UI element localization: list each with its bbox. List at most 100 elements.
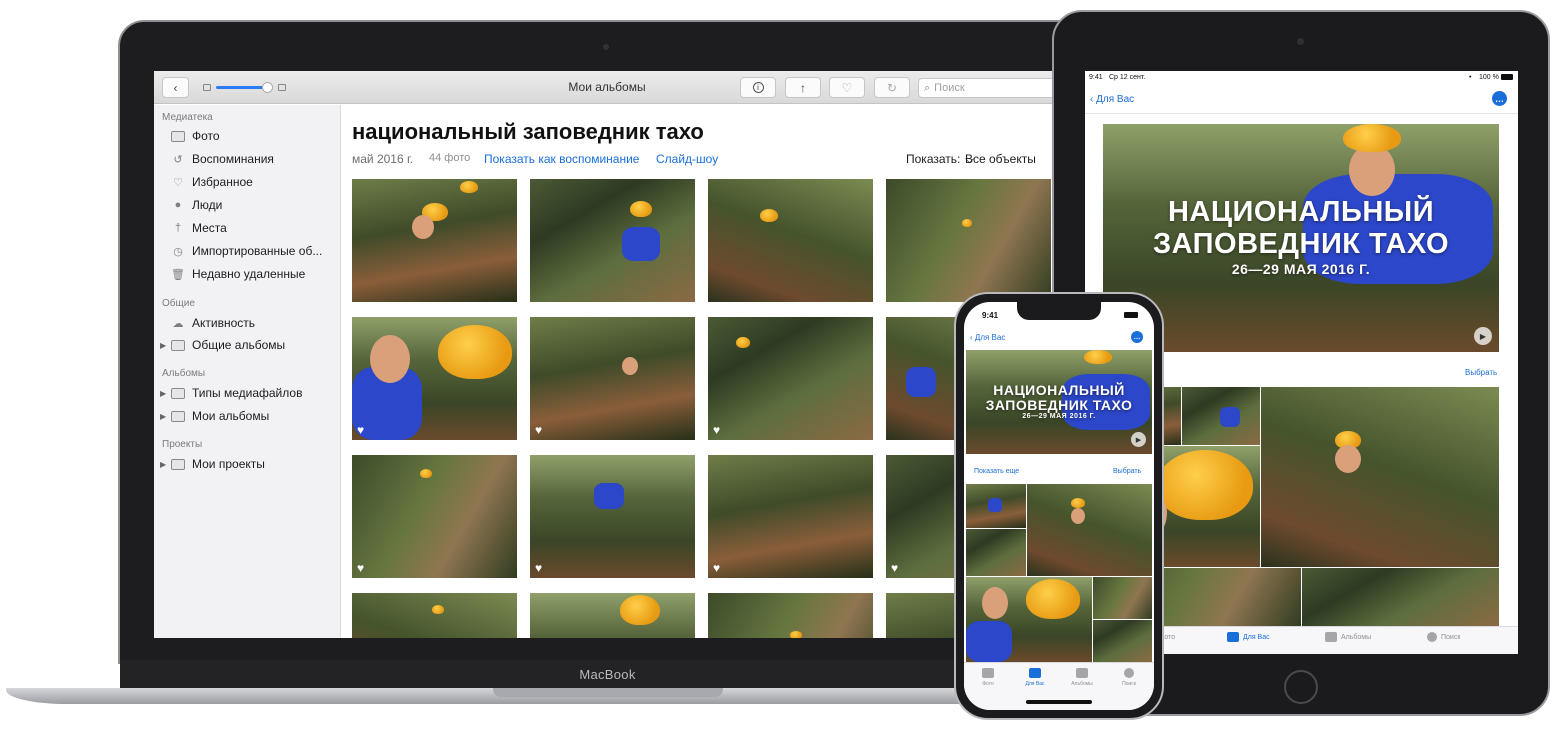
sidebar-item-shared-albums[interactable]: ▶ Общие альбомы (160, 336, 340, 354)
slideshow-link[interactable]: Слайд-шоу (656, 152, 718, 166)
sidebar-item-favorites[interactable]: ♡ Избранное (170, 173, 340, 191)
photo-thumbnail[interactable]: ♥ (530, 317, 695, 440)
rotate-button[interactable]: ↻ (874, 77, 910, 98)
disclosure-triangle-icon[interactable]: ▶ (160, 412, 166, 421)
search-icon (1427, 632, 1437, 642)
sidebar-item-label: Люди (192, 198, 223, 212)
photos-icon (982, 668, 994, 678)
tab-photos[interactable]: Фото (968, 668, 1008, 687)
iphone-screen: 9:41 ‹ Для Вас … НАЦИОНАЛЬНЫЙ ЗАПОВЕДНИК… (964, 302, 1154, 710)
sidebar-item-photos[interactable]: Фото (170, 127, 340, 145)
status-time: 9:41 (982, 311, 999, 320)
sidebar-item-my-projects[interactable]: ▶ Мои проекты (160, 455, 340, 473)
memories-icon: ↺ (173, 153, 183, 166)
share-button[interactable]: ↑ (785, 77, 821, 98)
sidebar-item-label: Места (192, 221, 227, 235)
sidebar-item-memories[interactable]: ↺ Воспоминания (170, 150, 340, 168)
photo-thumbnail[interactable] (966, 529, 1026, 576)
sidebar-item-my-albums[interactable]: ▶ Мои альбомы (160, 407, 340, 425)
macbook-camera (603, 44, 609, 50)
play-icon[interactable]: ▶ (1474, 327, 1492, 345)
disclosure-triangle-icon[interactable]: ▶ (160, 460, 166, 469)
tab-for-you[interactable]: Для Вас (1227, 632, 1270, 642)
clock-icon: ◷ (173, 245, 183, 258)
sidebar-item-label: Мои проекты (192, 457, 265, 471)
battery-icon (1124, 312, 1138, 318)
hero-title-line1: НАЦИОНАЛЬНЫЙ (993, 382, 1125, 398)
back-button[interactable]: ‹ Для Вас (1090, 94, 1134, 105)
heart-icon[interactable]: ♥ (535, 562, 542, 574)
play-icon[interactable]: ▶ (1131, 432, 1146, 447)
photo-thumbnail[interactable]: ♥ (352, 317, 517, 440)
photo-thumbnail[interactable] (530, 179, 695, 302)
sidebar-section-shared: Общие (162, 298, 195, 309)
ellipsis-icon: … (1133, 333, 1141, 341)
ipad-home-button[interactable] (1284, 670, 1318, 704)
memory-actions: Показать еще Выбрать (964, 462, 1154, 480)
select-button[interactable]: Выбрать (1465, 368, 1497, 377)
sidebar-item-places[interactable]: † Места (170, 219, 340, 237)
status-date: Ср 12 сент. (1109, 74, 1146, 81)
zoom-slider[interactable] (216, 86, 268, 89)
photo-thumbnail[interactable]: ♥ (352, 455, 517, 578)
tab-label: Альбомы (1071, 681, 1093, 687)
tab-albums[interactable]: Альбомы (1062, 668, 1102, 687)
cloud-icon: ☁ (172, 317, 184, 330)
tab-for-you[interactable]: Для Вас (1015, 668, 1055, 687)
sidebar-item-media-types[interactable]: ▶ Типы медиафайлов (160, 384, 340, 402)
photo-thumbnail[interactable] (352, 179, 517, 302)
jacket-shape (988, 498, 1002, 512)
photo-thumbnail[interactable] (1093, 620, 1152, 662)
zoom-slider-knob[interactable] (262, 82, 273, 93)
back-button[interactable]: ‹ Для Вас (970, 333, 1005, 342)
helmet-shape (438, 325, 512, 379)
photo-thumbnail[interactable] (1261, 387, 1499, 567)
sidebar-item-people[interactable]: ● Люди (170, 196, 340, 214)
photo-thumbnail[interactable]: ♥ (708, 455, 873, 578)
helmet-shape (620, 595, 660, 625)
sidebar-item-imported[interactable]: ◷ Импортированные об... (170, 242, 340, 260)
more-button[interactable]: … (1492, 91, 1507, 106)
photo-thumbnail[interactable] (1182, 387, 1260, 445)
tab-search[interactable]: Поиск (1109, 668, 1149, 687)
search-input[interactable]: ⌕ Поиск (918, 78, 1054, 98)
home-indicator[interactable] (1026, 700, 1092, 704)
show-as-memory-link[interactable]: Показать как воспоминание (484, 152, 639, 166)
face-shape (622, 357, 638, 375)
info-button[interactable]: i (740, 77, 776, 98)
photo-thumbnail[interactable]: ♥ (530, 455, 695, 578)
sidebar-item-label: Избранное (192, 175, 253, 189)
folder-icon (170, 338, 186, 352)
heart-icon[interactable]: ♥ (535, 424, 542, 436)
photo-thumbnail[interactable] (708, 179, 873, 302)
heart-icon[interactable]: ♥ (713, 424, 720, 436)
photo-thumbnail[interactable] (708, 593, 873, 638)
photo-thumbnail[interactable] (966, 484, 1026, 528)
heart-icon[interactable]: ♥ (357, 562, 364, 574)
tab-label: Поиск (1441, 633, 1461, 641)
photo-thumbnail[interactable] (1093, 577, 1152, 619)
jacket-shape (906, 367, 936, 397)
select-button[interactable]: Выбрать (1113, 468, 1141, 475)
back-button[interactable]: ‹ (162, 77, 189, 98)
photo-thumbnail[interactable] (530, 593, 695, 638)
sidebar-item-recently-deleted[interactable]: 🗑 Недавно удаленные (170, 265, 340, 283)
photo-thumbnail[interactable] (966, 577, 1092, 662)
sidebar-item-activity[interactable]: ☁ Активность (170, 314, 340, 332)
photo-thumbnail[interactable]: ♥ (708, 317, 873, 440)
more-button[interactable]: … (1131, 331, 1143, 343)
heart-icon[interactable]: ♥ (891, 562, 898, 574)
tab-albums[interactable]: Альбомы (1325, 632, 1371, 642)
photo-thumbnail[interactable] (352, 593, 517, 638)
favorite-button[interactable]: ♡ (829, 77, 865, 98)
heart-icon[interactable]: ♥ (357, 424, 364, 436)
disclosure-triangle-icon[interactable]: ▶ (160, 389, 166, 398)
heart-icon[interactable]: ♥ (713, 562, 720, 574)
show-more-button[interactable]: Показать еще (974, 468, 1019, 475)
tab-search[interactable]: Поиск (1427, 632, 1460, 642)
disclosure-triangle-icon[interactable]: ▶ (160, 341, 166, 350)
memory-hero[interactable]: НАЦИОНАЛЬНЫЙ ЗАПОВЕДНИК ТАХО 26—29 МАЯ 2… (966, 350, 1152, 454)
photo-thumbnail[interactable] (1302, 568, 1499, 626)
photo-thumbnail[interactable] (1027, 484, 1152, 576)
photo-thumbnail[interactable] (886, 179, 1051, 302)
